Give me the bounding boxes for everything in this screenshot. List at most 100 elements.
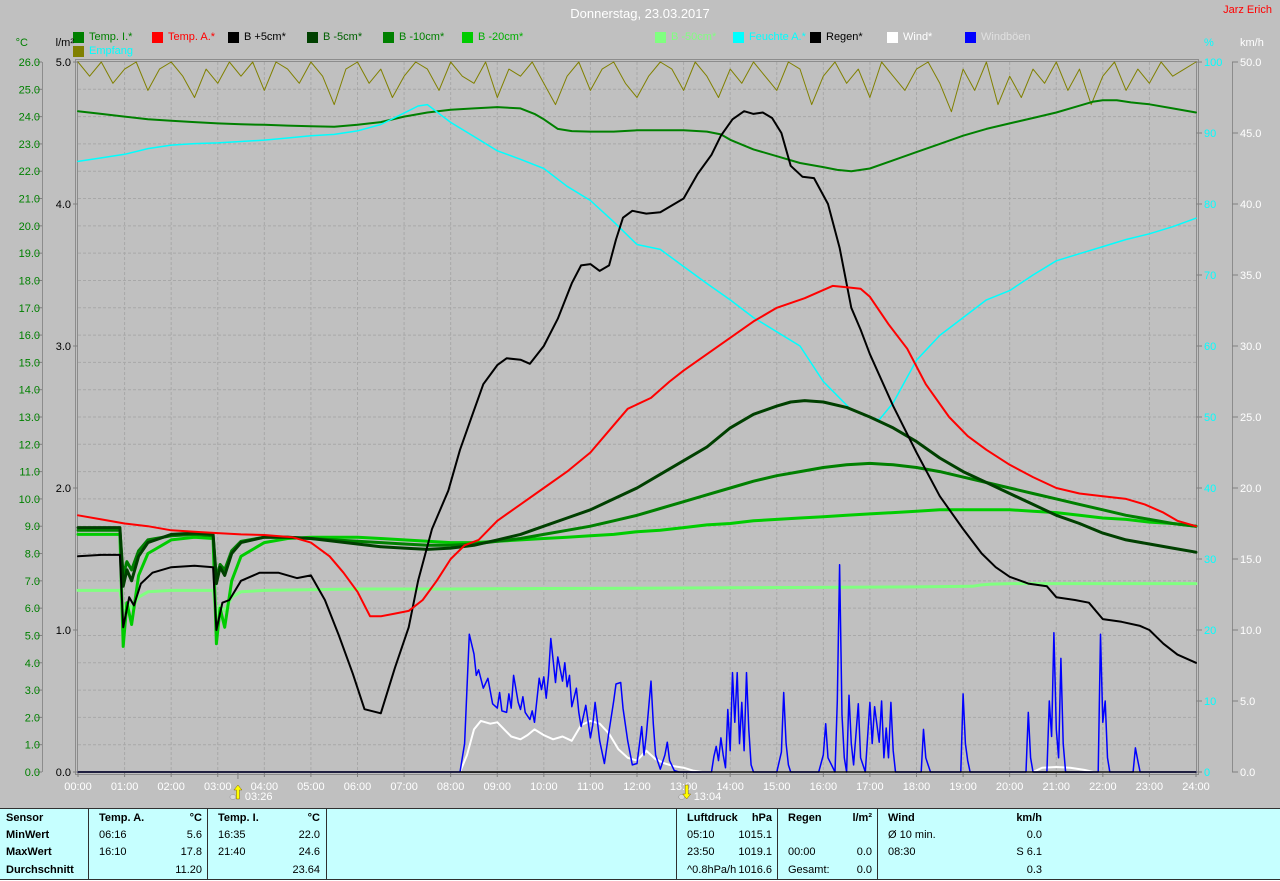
stats-cell-value: 23.64	[292, 864, 320, 876]
humidity-tick-label: 10	[1204, 696, 1216, 708]
marker-time-label: 03:26	[245, 791, 273, 803]
temp-tick-label: 19.0	[19, 248, 40, 260]
stats-cell-row: 05:10 1015.1	[677, 829, 778, 841]
humidity-tick-label: 70	[1204, 270, 1216, 282]
set-marker: 13:04	[679, 772, 722, 803]
stats-cell-row: 06:165.6	[89, 829, 208, 841]
time-tick-label: 03:00	[204, 781, 232, 793]
stats-row-label: Sensor	[0, 812, 88, 824]
temp-tick-label: 12.0	[19, 439, 40, 451]
series-temp-i	[78, 100, 1196, 171]
wind-tick-label: 25.0	[1240, 412, 1261, 424]
temp-tick-label: 25.0	[19, 84, 40, 96]
time-tick-label: 24:00	[1182, 781, 1210, 793]
stats-col-header: LuftdruckhPa	[677, 812, 778, 824]
stats-col-header: Temp. I. °C	[208, 812, 326, 824]
stats-cell-value: 1016.6	[738, 864, 772, 876]
time-tick-label: 15:00	[763, 781, 791, 793]
stats-cell-time: 16:35	[218, 829, 246, 841]
temp-tick-label: 4.0	[25, 658, 40, 670]
stats-cell-row: Gesamt:0.0	[778, 864, 878, 876]
stats-cell-row: 11.20	[89, 864, 208, 876]
humidity-tick-label: 30	[1204, 554, 1216, 566]
wind-tick-label: 10.0	[1240, 625, 1261, 637]
stats-cell-time: Ø 10 min.	[888, 829, 936, 841]
app-window: Donnerstag, 23.03.2017 Jarz Erich Temp. …	[0, 0, 1280, 881]
rain-tick-label: 2.0	[56, 483, 71, 495]
humidity-axis-unit: %	[1204, 37, 1214, 49]
temp-tick-label: 13.0	[19, 412, 40, 424]
time-tick-label: 05:00	[297, 781, 325, 793]
temp-tick-label: 8.0	[25, 549, 40, 561]
stats-cell-time: 05:10	[687, 829, 715, 841]
time-tick-label: 07:00	[390, 781, 418, 793]
temp-tick-label: 20.0	[19, 221, 40, 233]
time-tick-label: 21:00	[1042, 781, 1070, 793]
wind-tick-label: 45.0	[1240, 128, 1261, 140]
time-tick-label: 18:00	[903, 781, 931, 793]
temp-tick-label: 14.0	[19, 385, 40, 397]
stats-cell-row: 0.3	[878, 864, 1048, 876]
temp-tick-label: 18.0	[19, 275, 40, 287]
stats-col-header: Temp. A. °C	[89, 812, 208, 824]
stats-cell-value: 1015.1	[738, 829, 772, 841]
temp-tick-label: 26.0	[19, 57, 40, 69]
stats-cell-value: 1019.1	[738, 846, 772, 858]
time-tick-label: 22:00	[1089, 781, 1117, 793]
stats-col-wind: Wind km/h Ø 10 min. 0.0 08:30S 6.1 0.3	[877, 809, 1048, 879]
rain-tick-label: 1.0	[56, 625, 71, 637]
time-tick-label: 02:00	[157, 781, 185, 793]
time-tick-label: 06:00	[344, 781, 372, 793]
stats-cell-value: l/m²	[852, 812, 872, 824]
stats-col-header: Wind km/h	[878, 812, 1048, 824]
stats-cell-time: Temp. I.	[218, 812, 259, 824]
stats-cell-value: °C	[308, 812, 320, 824]
rain-tick-label: 5.0	[56, 57, 71, 69]
time-tick-label: 09:00	[483, 781, 511, 793]
stats-cell-row: 23.64	[208, 864, 326, 876]
stats-cell-time: Temp. A.	[99, 812, 144, 824]
wind-tick-label: 40.0	[1240, 199, 1261, 211]
stats-cell-time: 06:16	[99, 829, 127, 841]
temp-tick-label: 0.0	[25, 767, 40, 779]
humidity-tick-label: 100	[1204, 57, 1222, 69]
humidity-tick-label: 60	[1204, 341, 1216, 353]
marker-moon-icon	[230, 795, 236, 800]
stats-cell-time: ^0.8hPa/h	[687, 864, 736, 876]
stats-cell-time: Wind	[888, 812, 915, 824]
wind-tick-label: 30.0	[1240, 341, 1261, 353]
temp-tick-label: 3.0	[25, 685, 40, 697]
stats-cell-row: 16:3522.0	[208, 829, 326, 841]
temp-tick-label: 1.0	[25, 740, 40, 752]
stats-cell-value: km/h	[1016, 812, 1042, 824]
stats-cell-row: Ø 10 min. 0.0	[878, 829, 1048, 841]
stats-cell-value: 0.0	[1027, 829, 1042, 841]
stats-cell-value: 0.0	[857, 846, 872, 858]
stats-col-temp-a: Temp. A.°C06:165.616:1017.811.20	[88, 809, 208, 879]
rain-axis-unit: l/m²	[56, 37, 75, 49]
stats-table: SensorMinWertMaxWertDurchschnittTemp. A.…	[0, 808, 1280, 880]
stats-cell-time: 16:10	[99, 846, 127, 858]
stats-cell-value: 24.6	[299, 846, 320, 858]
temp-tick-label: 24.0	[19, 112, 40, 124]
time-tick-label: 23:00	[1136, 781, 1164, 793]
wind-tick-label: 5.0	[1240, 696, 1255, 708]
stats-cell-time: 23:50	[687, 846, 715, 858]
humidity-tick-label: 0	[1204, 767, 1210, 779]
stats-cell-value: °C	[190, 812, 202, 824]
stats-cell-value: hPa	[752, 812, 772, 824]
time-tick-label: 20:00	[996, 781, 1024, 793]
stats-cell-value: 0.0	[857, 864, 872, 876]
wind-tick-label: 15.0	[1240, 554, 1261, 566]
wind-tick-label: 50.0	[1240, 57, 1261, 69]
time-tick-label: 16:00	[810, 781, 838, 793]
stats-cell-time: 00:00	[788, 846, 816, 858]
stats-col-regen: Regenl/m²00:000.0Gesamt:0.0	[777, 809, 878, 879]
stats-cell-time: 08:30	[888, 846, 916, 858]
rain-tick-label: 4.0	[56, 199, 71, 211]
temp-axis-unit: °C	[16, 37, 28, 49]
temp-tick-label: 7.0	[25, 576, 40, 588]
stats-cell-time: 21:40	[218, 846, 246, 858]
wind-tick-label: 0.0	[1240, 767, 1255, 779]
stats-cell-row: 08:30S 6.1	[878, 846, 1048, 858]
